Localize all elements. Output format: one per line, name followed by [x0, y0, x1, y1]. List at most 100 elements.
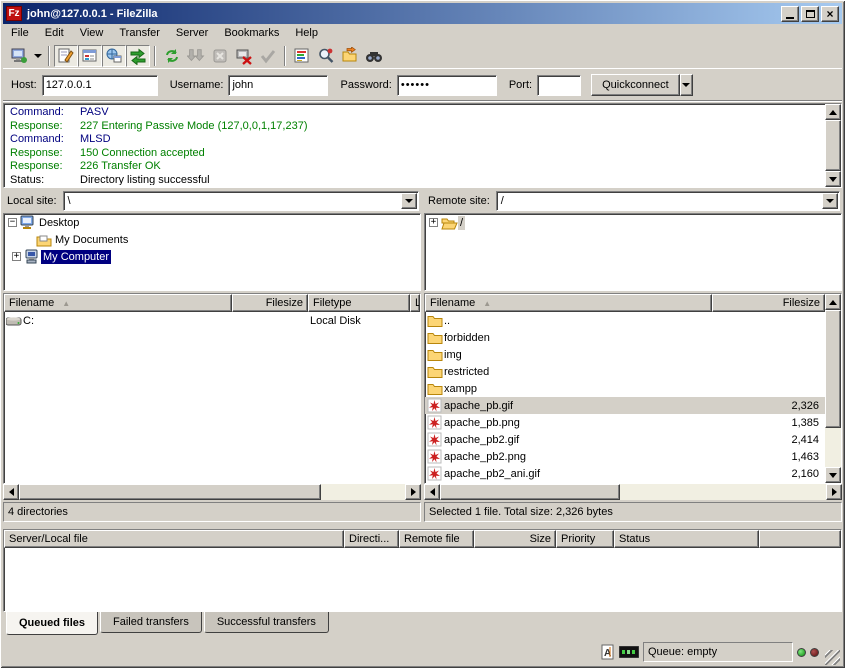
file-size: 1,385 [712, 414, 825, 431]
password-input[interactable] [397, 75, 497, 96]
process-queue-icon[interactable] [184, 45, 208, 67]
remote-hscrollbar[interactable] [424, 484, 842, 500]
image-file-icon [427, 415, 444, 430]
remote-file-row[interactable]: restricted [425, 363, 825, 380]
filter-icon[interactable] [290, 45, 314, 67]
tree-item-desktop[interactable]: − Desktop [4, 214, 420, 231]
log-scrollbar[interactable] [825, 104, 841, 187]
column-filetype[interactable]: Filetype [308, 294, 410, 312]
expand-icon[interactable]: + [12, 252, 21, 261]
username-input[interactable] [228, 75, 328, 96]
local-hscrollbar[interactable] [3, 484, 421, 500]
column-filename[interactable]: Filename▲ [4, 294, 232, 312]
tab-failed-transfers[interactable]: Failed transfers [100, 612, 202, 633]
remote-file-row[interactable]: .. [425, 312, 825, 329]
port-input[interactable] [537, 75, 581, 96]
column-server-local-file[interactable]: Server/Local file [4, 530, 344, 548]
local-file-row[interactable]: C: Local Disk [4, 312, 420, 329]
remote-file-row[interactable]: xampp [425, 380, 825, 397]
column-size[interactable]: Size [474, 530, 556, 548]
menu-view[interactable]: View [72, 25, 112, 41]
tree-item-root[interactable]: + / [425, 214, 841, 231]
menu-transfer[interactable]: Transfer [111, 25, 168, 41]
scroll-left-icon[interactable] [424, 484, 440, 500]
scroll-left-icon[interactable] [3, 484, 19, 500]
search-icon[interactable] [314, 45, 338, 67]
collapse-icon[interactable]: − [8, 218, 17, 227]
folder-open-icon [441, 216, 458, 230]
tab-queued-files[interactable]: Queued files [6, 612, 98, 635]
column-priority[interactable]: Priority [556, 530, 614, 548]
scroll-right-icon[interactable] [405, 484, 421, 500]
file-size [712, 329, 825, 346]
file-size: 2,414 [712, 431, 825, 448]
remote-file-row-selected[interactable]: apache_pb.gif 2,326 [425, 397, 825, 414]
menu-bookmarks[interactable]: Bookmarks [216, 25, 287, 41]
menu-file[interactable]: File [3, 25, 37, 41]
tree-item-my-computer[interactable]: + My Computer [4, 248, 420, 265]
column-status[interactable]: Status [614, 530, 759, 548]
remote-file-row[interactable]: apache_pb2.gif 2,414 [425, 431, 825, 448]
remote-vscrollbar[interactable] [825, 294, 841, 483]
scroll-up-icon[interactable] [825, 294, 841, 310]
queue-header: Server/Local file Directi... Remote file… [4, 530, 841, 548]
scroll-down-icon[interactable] [825, 467, 841, 483]
file-size [712, 312, 825, 329]
image-file-icon [427, 449, 444, 464]
log-text: 150 Connection accepted [80, 147, 205, 161]
remote-file-row[interactable]: apache_pb.png 1,385 [425, 414, 825, 431]
toggle-queue-icon[interactable] [126, 45, 150, 67]
remote-file-row[interactable]: apache_pb2_ani.gif 2,160 [425, 465, 825, 482]
site-manager-dropdown-icon[interactable] [31, 45, 44, 67]
log-line: Response:227 Entering Passive Mode (127,… [6, 120, 823, 134]
close-button[interactable]: × [821, 6, 839, 22]
minimize-button[interactable] [781, 6, 799, 22]
scroll-down-icon[interactable] [825, 171, 841, 187]
local-site-combo[interactable]: \ [63, 191, 419, 211]
tab-successful-transfers[interactable]: Successful transfers [204, 612, 329, 633]
maximize-button[interactable] [801, 6, 819, 22]
remote-file-row[interactable]: forbidden [425, 329, 825, 346]
toggle-local-tree-icon[interactable] [78, 45, 102, 67]
tree-item-my-documents[interactable]: My Documents [4, 231, 420, 248]
remote-status-text: Selected 1 file. Total size: 2,326 bytes [429, 506, 613, 518]
remote-site-value: / [497, 195, 821, 207]
column-last-modified[interactable]: L [410, 294, 420, 312]
synchronized-browsing-icon[interactable] [362, 45, 386, 67]
toggle-log-icon[interactable] [54, 45, 78, 67]
column-direction[interactable]: Directi... [344, 530, 399, 548]
menu-help[interactable]: Help [287, 25, 326, 41]
scroll-right-icon[interactable] [826, 484, 842, 500]
remote-site-combo[interactable]: / [496, 191, 840, 211]
cancel-icon[interactable] [208, 45, 232, 67]
scrollbar-thumb[interactable] [825, 120, 841, 171]
remote-file-row[interactable]: img [425, 346, 825, 363]
quickconnect-dropdown-icon[interactable] [680, 74, 693, 96]
apply-icon[interactable] [256, 45, 280, 67]
remote-file-row[interactable]: apache_pb2.png 1,463 [425, 448, 825, 465]
menu-server[interactable]: Server [168, 25, 216, 41]
host-input[interactable] [42, 75, 158, 96]
column-filename[interactable]: Filename▲ [425, 294, 712, 312]
directory-comparison-icon[interactable] [338, 45, 362, 67]
file-name: apache_pb.png [444, 417, 520, 429]
scroll-up-icon[interactable] [825, 104, 841, 120]
expand-icon[interactable]: + [429, 218, 438, 227]
resize-grip[interactable] [825, 650, 840, 665]
combo-dropdown-icon[interactable] [822, 193, 838, 209]
refresh-icon[interactable] [160, 45, 184, 67]
scrollbar-thumb[interactable] [19, 484, 321, 500]
remote-list-header: Filename▲ Filesize [425, 294, 825, 312]
column-remote-file[interactable]: Remote file [399, 530, 474, 548]
drive-icon [6, 315, 23, 327]
column-filesize[interactable]: Filesize [232, 294, 308, 312]
quickconnect-button[interactable]: Quickconnect [591, 74, 680, 96]
scrollbar-thumb[interactable] [825, 310, 841, 428]
combo-dropdown-icon[interactable] [401, 193, 417, 209]
scrollbar-thumb[interactable] [440, 484, 620, 500]
toggle-remote-tree-icon[interactable] [102, 45, 126, 67]
disconnect-icon[interactable] [232, 45, 256, 67]
site-manager-icon[interactable] [7, 45, 31, 67]
menu-edit[interactable]: Edit [37, 25, 72, 41]
column-filesize[interactable]: Filesize [712, 294, 825, 312]
